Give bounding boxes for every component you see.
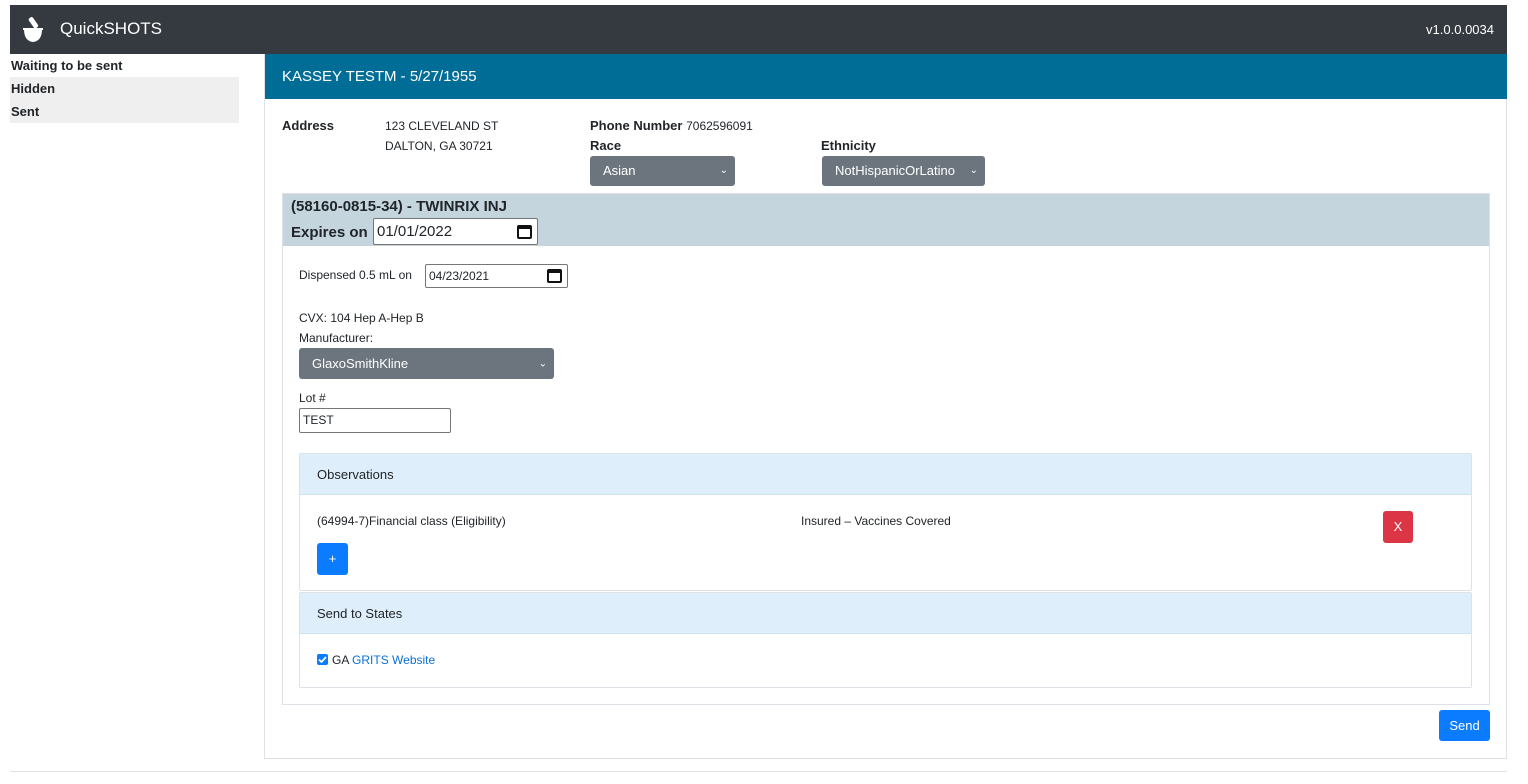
calendar-icon[interactable] xyxy=(517,224,532,239)
race-select[interactable]: Asian ⌄ xyxy=(590,156,735,186)
expires-label: Expires on xyxy=(291,224,368,241)
chevron-down-icon: ⌄ xyxy=(719,165,728,176)
phone-row: Phone Number 7062596091 xyxy=(590,118,753,133)
app-version: v1.0.0.0034 xyxy=(1426,22,1494,37)
observation-value: Insured – Vaccines Covered xyxy=(801,514,951,528)
dispensed-date-value: 04/23/2021 xyxy=(429,269,490,283)
grits-website-link[interactable]: GRITS Website xyxy=(352,653,435,667)
cvx-text: CVX: 104 Hep A-Hep B xyxy=(299,311,424,325)
top-navbar: QuickSHOTS v1.0.0.0034 xyxy=(10,5,1507,54)
lot-label: Lot # xyxy=(299,391,326,405)
add-observation-button[interactable]: + xyxy=(317,543,348,575)
chevron-down-icon: ⌄ xyxy=(969,165,978,176)
calendar-icon[interactable] xyxy=(547,269,562,283)
sidebar-item-waiting[interactable]: Waiting to be sent xyxy=(10,54,239,77)
address-label: Address xyxy=(282,118,335,133)
expires-date-value: 01/01/2022 xyxy=(377,223,453,240)
ga-checkbox[interactable] xyxy=(317,654,328,665)
app-title[interactable]: QuickSHOTS xyxy=(60,19,162,39)
sidebar-item-hidden[interactable]: Hidden xyxy=(10,77,239,100)
phone-value: 7062596091 xyxy=(686,119,753,133)
state-row: GA GRITS Website xyxy=(332,653,435,667)
chevron-down-icon: ⌄ xyxy=(538,358,547,369)
ethnicity-select[interactable]: NotHispanicOrLatino ⌄ xyxy=(822,156,985,186)
sidebar-item-sent[interactable]: Sent xyxy=(10,100,239,123)
address-line2: DALTON, GA 30721 xyxy=(385,139,493,153)
ethnicity-select-value: NotHispanicOrLatino xyxy=(835,163,955,178)
state-code: GA xyxy=(332,653,349,667)
observation-code: (64994-7)Financial class (Eligibility) xyxy=(317,514,506,528)
checkmark-icon xyxy=(318,656,327,664)
ethnicity-label: Ethnicity xyxy=(821,138,876,153)
states-header: Send to States xyxy=(300,593,1471,634)
manufacturer-select[interactable]: GlaxoSmithKline ⌄ xyxy=(299,348,554,379)
dispensed-date-input[interactable]: 04/23/2021 xyxy=(425,264,568,288)
address-line1: 123 CLEVELAND ST xyxy=(385,119,499,133)
manufacturer-label: Manufacturer: xyxy=(299,331,374,345)
vaccine-title: (58160-0815-34) - TWINRIX INJ xyxy=(291,198,507,215)
phone-label: Phone Number xyxy=(590,118,683,133)
lot-input[interactable]: TEST xyxy=(299,408,451,433)
observations-header: Observations xyxy=(300,454,1471,495)
footer-divider xyxy=(10,771,1507,772)
manufacturer-select-value: GlaxoSmithKline xyxy=(312,356,409,371)
race-select-value: Asian xyxy=(603,163,636,178)
race-label: Race xyxy=(590,138,622,153)
states-card: Send to States xyxy=(299,592,1472,688)
patient-header: KASSEY TESTM - 5/27/1955 xyxy=(265,54,1507,99)
mortar-pestle-icon xyxy=(23,17,43,42)
remove-observation-button[interactable]: X xyxy=(1383,511,1413,543)
sidebar: Waiting to be sent Hidden Sent xyxy=(10,54,239,123)
expires-date-input[interactable]: 01/01/2022 xyxy=(373,218,538,245)
send-button[interactable]: Send xyxy=(1439,710,1490,741)
dispensed-label: Dispensed 0.5 mL on xyxy=(299,268,412,282)
